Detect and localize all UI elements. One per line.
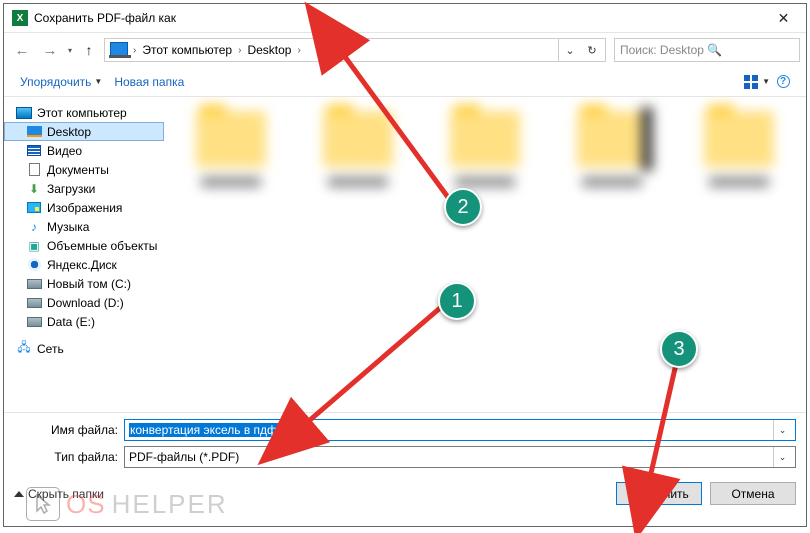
history-dropdown[interactable]: ▾ [66, 46, 74, 55]
list-item[interactable] [562, 111, 661, 187]
list-item[interactable] [309, 111, 408, 187]
nav-tree: Этот компьютер Desktop Видео Документы ⬇… [4, 97, 164, 412]
save-dialog: X Сохранить PDF-файл как ✕ ← → ▾ ↑ › Это… [3, 3, 807, 527]
breadcrumb: › Этот компьютер › Desktop › [131, 39, 558, 61]
file-list[interactable] [164, 97, 806, 412]
filename-input[interactable]: конвертация эксель в пдф.pdf ⌄ [124, 419, 796, 441]
filename-label: Имя файла: [14, 423, 124, 437]
toolbar: Упорядочить▼ Новая папка ▼ ? [4, 67, 806, 97]
blurred-folders [182, 111, 788, 187]
tree-images[interactable]: Изображения [4, 198, 164, 217]
tree-network[interactable]: 🖧 Сеть [4, 339, 164, 358]
cancel-button[interactable]: Отмена [710, 482, 796, 505]
titlebar: X Сохранить PDF-файл как ✕ [4, 4, 806, 33]
up-button[interactable]: ↑ [78, 39, 100, 61]
help-button[interactable]: ? [770, 71, 796, 93]
crumb-root[interactable]: Этот компьютер [138, 39, 236, 61]
filetype-label: Тип файла: [14, 450, 124, 464]
search-placeholder: Поиск: Desktop [620, 43, 707, 57]
chevron-up-icon [14, 491, 24, 497]
back-button[interactable]: ← [10, 38, 34, 62]
forward-button[interactable]: → [38, 38, 62, 62]
save-button[interactable]: Сохранить [616, 482, 702, 505]
list-item[interactable] [436, 111, 535, 187]
tree-desktop[interactable]: Desktop [4, 122, 164, 141]
search-icon: 🔍 [707, 43, 794, 57]
tree-downloads[interactable]: ⬇ Загрузки [4, 179, 164, 198]
window-title: Сохранить PDF-файл как [34, 11, 761, 25]
organize-button[interactable]: Упорядочить▼ [14, 72, 108, 92]
address-bar[interactable]: › Этот компьютер › Desktop › ⌄ ↻ [104, 38, 606, 62]
refresh-button[interactable]: ↻ [581, 39, 603, 61]
filename-dropdown[interactable]: ⌄ [773, 420, 791, 440]
nav-bar: ← → ▾ ↑ › Этот компьютер › Desktop › ⌄ ↻… [4, 33, 806, 67]
filetype-dropdown[interactable]: ⌄ [773, 447, 791, 467]
tree-3d-objects[interactable]: ▣ Объемные объекты [4, 236, 164, 255]
tree-this-pc[interactable]: Этот компьютер [4, 103, 164, 122]
chevron-right-icon[interactable]: › [295, 45, 302, 56]
hide-folders-toggle[interactable]: Скрыть папки [14, 487, 104, 501]
body: Этот компьютер Desktop Видео Документы ⬇… [4, 97, 806, 412]
filetype-select[interactable]: PDF-файлы (*.PDF) ⌄ [124, 446, 796, 468]
view-options-button[interactable]: ▼ [744, 71, 770, 93]
tree-drive-c[interactable]: Новый том (C:) [4, 274, 164, 293]
tree-drive-e[interactable]: Data (E:) [4, 312, 164, 331]
new-folder-button[interactable]: Новая папка [108, 72, 190, 92]
footer-fields: Имя файла: конвертация эксель в пдф.pdf … [4, 412, 806, 476]
list-item[interactable] [689, 111, 788, 187]
app-icon: X [12, 10, 28, 26]
chevron-right-icon[interactable]: › [131, 45, 138, 56]
tree-documents[interactable]: Документы [4, 160, 164, 179]
address-dropdown[interactable]: ⌄ [559, 39, 581, 61]
tree-video[interactable]: Видео [4, 141, 164, 160]
footer-actions: Скрыть папки Сохранить Отмена [4, 476, 806, 513]
crumb-leaf[interactable]: Desktop [243, 39, 295, 61]
tree-yandex-disk[interactable]: Яндекс.Диск [4, 255, 164, 274]
search-input[interactable]: Поиск: Desktop 🔍 [614, 38, 800, 62]
close-button[interactable]: ✕ [761, 4, 806, 33]
list-item[interactable] [182, 111, 281, 187]
chevron-right-icon[interactable]: › [236, 45, 243, 56]
tree-music[interactable]: ♪ Музыка [4, 217, 164, 236]
pc-icon [110, 42, 128, 58]
tree-drive-d[interactable]: Download (D:) [4, 293, 164, 312]
